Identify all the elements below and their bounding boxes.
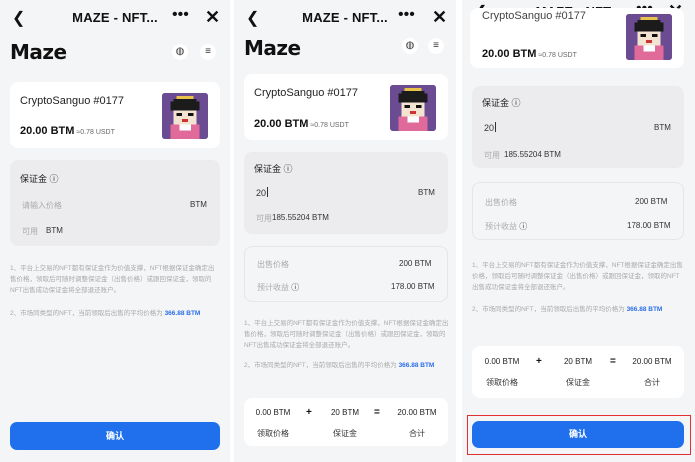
- deposit-label: 保证金 ⓘ: [482, 98, 521, 108]
- expected-income-value: 178.00 BTM: [391, 282, 435, 291]
- menu-icon[interactable]: ≡: [200, 44, 216, 60]
- top-bar: ❮ MAZE - NFT... ••• ✕: [0, 0, 230, 34]
- deposit-unit: BTM: [654, 123, 671, 132]
- nft-card: CryptoSanguo #0177 20.00 BTM ≈0.78 USDT: [470, 8, 684, 68]
- avg-price-link[interactable]: 366.88 BTM: [627, 306, 663, 313]
- deposit-label: 保证金 ⓘ: [254, 164, 293, 174]
- info-icon[interactable]: ⓘ: [512, 98, 521, 108]
- receive-price-value: 0.00 BTM: [255, 408, 291, 417]
- nft-avatar: [390, 85, 436, 131]
- available-label: 可用: [256, 214, 272, 223]
- note-1: 1、平台上交易的NFT都有保证金作为价值支撑，NFT根据保证金确定出售价格，领取…: [10, 265, 215, 294]
- top-bar: ❮ MAZE - NFT... ••• ✕: [234, 0, 456, 34]
- available-label: 可用: [484, 151, 500, 160]
- deposit-sum-value: 20 BTM: [563, 357, 592, 366]
- sale-summary: 出售价格 200 BTM 预计收益 ⓘ 178.00 BTM: [472, 182, 684, 240]
- screen-scrolled: ❮ MAZE - NFT... ••• ✕ CryptoSanguo #0177…: [462, 0, 695, 462]
- deposit-input[interactable]: 20: [256, 187, 269, 198]
- deposit-unit: BTM: [190, 200, 207, 209]
- nft-card: CryptoSanguo #0177 20.00 BTM ≈0.78 USDT: [244, 74, 448, 140]
- deposit-sum-label: 保证金: [566, 378, 590, 387]
- plus-sign: +: [536, 356, 542, 367]
- available-value: BTM: [46, 226, 63, 235]
- nft-name: CryptoSanguo #0177: [20, 95, 124, 107]
- available-value: 185.55204 BTM: [504, 150, 561, 159]
- deposit-panel: 保证金 ⓘ 请输入价格 BTM 可用 BTM: [10, 160, 220, 246]
- info-icon[interactable]: ⓘ: [284, 164, 293, 174]
- sale-summary: 出售价格 200 BTM 预计收益 ⓘ 178.00 BTM: [244, 246, 448, 302]
- total-value: 20.00 BTM: [397, 408, 437, 417]
- receive-price-label: 领取价格: [486, 378, 518, 387]
- info-icon[interactable]: ⓘ: [50, 174, 59, 184]
- nft-name: CryptoSanguo #0177: [254, 87, 358, 99]
- avg-price-link[interactable]: 366.88 BTM: [399, 362, 435, 369]
- screen-filled: ❮ MAZE - NFT... ••• ✕ Maze ◍ ≡ CryptoSan…: [234, 0, 456, 462]
- expected-income-label: 预计收益 ⓘ: [257, 283, 300, 292]
- confirm-button[interactable]: 确认: [10, 422, 220, 450]
- sale-price-label: 出售价格: [257, 260, 289, 269]
- deposit-sum-value: 20 BTM: [330, 408, 359, 417]
- note-1: 1、平台上交易的NFT都有保证金作为价值支撑，NFT根据保证金确定出售价格，领取…: [472, 262, 683, 291]
- three-screen-composite: ❮ MAZE - NFT... ••• ✕ Maze ◍ ≡ CryptoSan…: [0, 0, 695, 462]
- page-title: MAZE - NFT...: [302, 10, 388, 25]
- nft-price: 20.00 BTM ≈0.78 USDT: [482, 48, 577, 60]
- close-icon[interactable]: ✕: [205, 7, 220, 28]
- note-2: 2、市场同类型的NFT，当前领取后出售的平均价格为 366.88 BTM: [244, 362, 435, 369]
- plus-sign: +: [306, 407, 312, 418]
- deposit-panel: 保证金 ⓘ 20 BTM 可用 185.55204 BTM: [244, 152, 448, 234]
- maze-logo: Maze: [10, 40, 67, 64]
- deposit-sum-label: 保证金: [333, 429, 357, 438]
- available-value: 185.55204 BTM: [272, 213, 329, 222]
- nft-price: 20.00 BTM ≈0.78 USDT: [20, 125, 115, 137]
- nft-price: 20.00 BTM ≈0.78 USDT: [254, 118, 349, 130]
- equals-sign: =: [610, 356, 616, 367]
- receive-price-label: 领取价格: [257, 429, 289, 438]
- expected-income-value: 178.00 BTM: [627, 221, 671, 230]
- note-2: 2、市场同类型的NFT，当前领取后出售的平均价格为 366.88 BTM: [10, 310, 201, 317]
- deposit-panel: 保证金 ⓘ 20 BTM 可用 185.55204 BTM: [472, 86, 684, 168]
- more-icon[interactable]: •••: [172, 6, 189, 24]
- confirm-button[interactable]: 确认: [472, 421, 684, 448]
- receive-price-value: 0.00 BTM: [484, 357, 520, 366]
- deposit-label: 保证金 ⓘ: [20, 174, 59, 184]
- sale-price-value: 200 BTM: [635, 197, 668, 206]
- screen-initial: ❮ MAZE - NFT... ••• ✕ Maze ◍ ≡ CryptoSan…: [0, 0, 230, 462]
- note-2: 2、市场同类型的NFT，当前领取后出售的平均价格为 366.88 BTM: [472, 306, 663, 313]
- calc-card: 0.00 BTM 领取价格 + 20 BTM 保证金 = 20.00 BTM 合…: [472, 346, 684, 398]
- maze-logo: Maze: [244, 36, 301, 60]
- nft-avatar: [162, 93, 208, 139]
- deposit-input[interactable]: 20: [484, 122, 497, 133]
- total-label: 合计: [644, 378, 660, 387]
- total-value: 20.00 BTM: [632, 357, 672, 366]
- menu-icon[interactable]: ≡: [428, 38, 444, 54]
- page-title: MAZE - NFT...: [72, 10, 158, 25]
- info-icon[interactable]: ⓘ: [519, 222, 527, 231]
- nft-name: CryptoSanguo #0177: [482, 10, 586, 22]
- deposit-unit: BTM: [418, 188, 435, 197]
- globe-icon[interactable]: ◍: [402, 38, 418, 54]
- nft-card: CryptoSanguo #0177 20.00 BTM ≈0.78 USDT: [10, 82, 220, 148]
- close-icon[interactable]: ✕: [432, 7, 447, 28]
- expected-income-label: 预计收益 ⓘ: [485, 222, 528, 231]
- globe-icon[interactable]: ◍: [172, 44, 188, 60]
- sale-price-value: 200 BTM: [399, 259, 432, 268]
- nft-avatar: [626, 14, 672, 60]
- note-1: 1、平台上交易的NFT都有保证金作为价值支撑，NFT根据保证金确定出售价格，领取…: [244, 320, 449, 349]
- sale-price-label: 出售价格: [485, 198, 517, 207]
- calc-card: 0.00 BTM 领取价格 + 20 BTM 保证金 = 20.00 BTM 合…: [244, 398, 448, 446]
- equals-sign: =: [374, 407, 380, 418]
- more-icon[interactable]: •••: [398, 6, 415, 24]
- available-label: 可用: [22, 227, 38, 236]
- avg-price-link[interactable]: 366.88 BTM: [165, 310, 201, 317]
- info-icon[interactable]: ⓘ: [291, 283, 299, 292]
- deposit-input[interactable]: 请输入价格: [22, 200, 62, 211]
- total-label: 合计: [409, 429, 425, 438]
